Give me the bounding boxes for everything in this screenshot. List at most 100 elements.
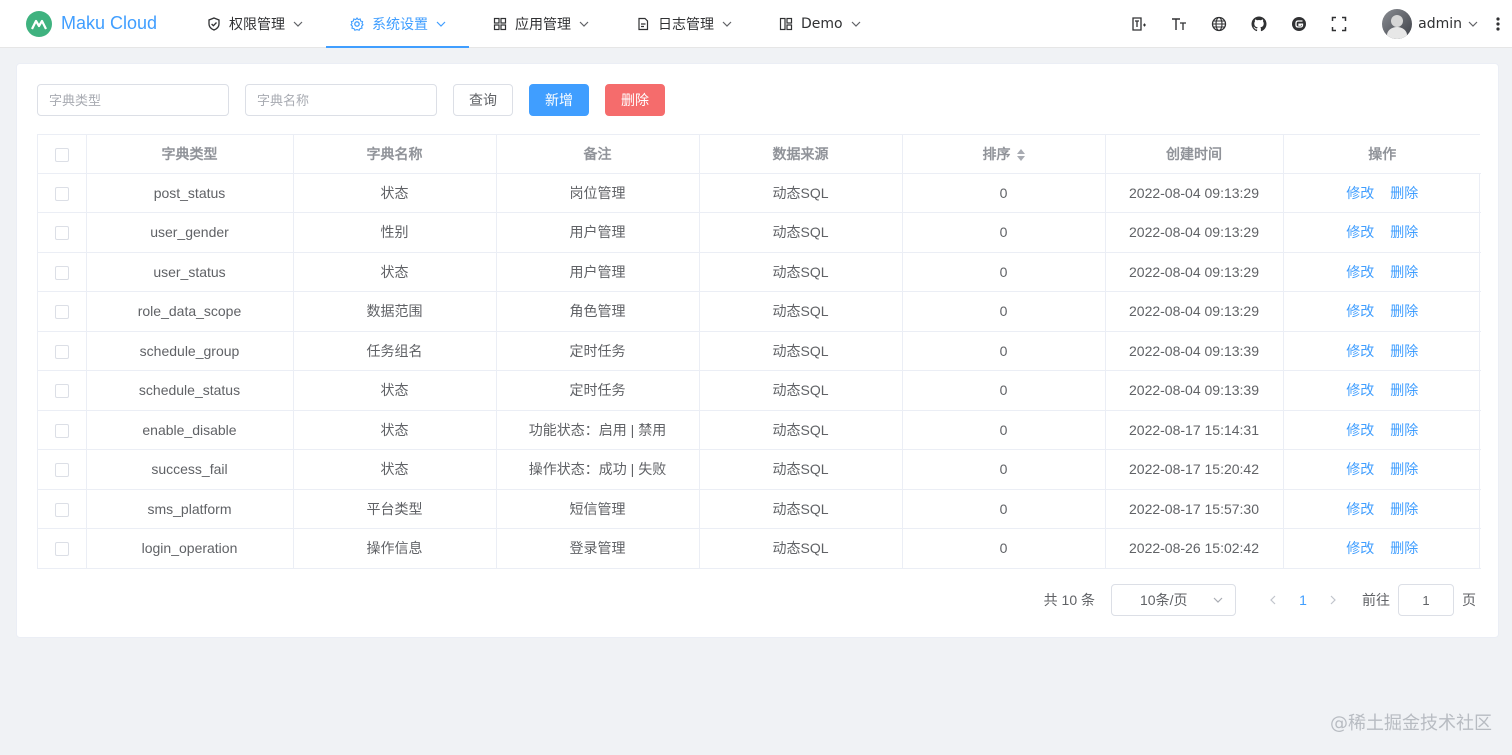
edit-link[interactable]: 修改 bbox=[1346, 343, 1374, 359]
delete-link[interactable]: 删除 bbox=[1390, 303, 1418, 319]
nav-item-app-management[interactable]: 应用管理 bbox=[469, 0, 612, 48]
top-nav: 权限管理 系统设置 应用管理 日志管理 Demo bbox=[190, 0, 875, 48]
row-checkbox[interactable] bbox=[54, 344, 69, 359]
delete-link[interactable]: 删除 bbox=[1390, 382, 1418, 398]
cell-actions: 修改 删除 bbox=[1283, 331, 1481, 371]
jump-page-input[interactable] bbox=[1398, 584, 1454, 616]
prev-page-button[interactable] bbox=[1258, 595, 1288, 605]
row-checkbox[interactable] bbox=[54, 463, 69, 478]
logo[interactable]: Maku Cloud bbox=[0, 10, 190, 37]
cell-remark: 操作状态：成功 | 失败 bbox=[496, 449, 700, 490]
user-menu[interactable]: admin bbox=[1382, 9, 1478, 39]
dictionary-table: 字典类型 字典名称 备注 数据来源 排序 创建时间 操作 post_status… bbox=[37, 134, 1481, 569]
table-row: user_status 状态 用户管理 动态SQL 0 2022-08-04 09:13:… bbox=[38, 252, 1481, 292]
cell-remark: 定时任务 bbox=[496, 370, 700, 411]
fullscreen-icon[interactable] bbox=[1330, 15, 1348, 33]
nav-item-demo[interactable]: Demo bbox=[755, 0, 875, 48]
row-checkbox[interactable] bbox=[54, 305, 69, 320]
edit-link[interactable]: 修改 bbox=[1346, 461, 1374, 477]
edit-link[interactable]: 修改 bbox=[1346, 185, 1374, 201]
cell-created: 2022-08-17 15:14:31 bbox=[1105, 410, 1284, 450]
delete-link[interactable]: 删除 bbox=[1390, 501, 1418, 517]
row-checkbox[interactable] bbox=[54, 384, 69, 399]
cell-remark: 用户管理 bbox=[496, 212, 700, 253]
nav-item-system-settings[interactable]: 系统设置 bbox=[326, 0, 469, 48]
edit-link[interactable]: 修改 bbox=[1346, 540, 1374, 556]
edit-link[interactable]: 修改 bbox=[1346, 422, 1374, 438]
query-button[interactable]: 查询 bbox=[453, 84, 513, 116]
delete-link[interactable]: 删除 bbox=[1390, 224, 1418, 240]
chevron-down-icon bbox=[722, 21, 732, 27]
row-select-cell bbox=[38, 212, 87, 253]
table-row: sms_platform 平台类型 短信管理 动态SQL 0 2022-08-17 15:… bbox=[38, 489, 1481, 529]
add-button[interactable]: 新增 bbox=[529, 84, 589, 116]
delete-link[interactable]: 删除 bbox=[1390, 343, 1418, 359]
edit-link[interactable]: 修改 bbox=[1346, 382, 1374, 398]
page-size-select[interactable]: 10条/页 bbox=[1111, 584, 1236, 616]
cell-dict-type: schedule_group bbox=[86, 331, 294, 371]
delete-link[interactable]: 删除 bbox=[1390, 461, 1418, 477]
delete-link[interactable]: 删除 bbox=[1390, 540, 1418, 556]
pagination: 共 10 条 10条/页 1 前往 页 bbox=[1044, 584, 1476, 616]
language-globe-icon[interactable] bbox=[1210, 15, 1228, 33]
shield-check-icon bbox=[207, 16, 221, 31]
row-checkbox[interactable] bbox=[54, 423, 69, 438]
chevron-down-icon bbox=[436, 21, 446, 27]
dict-type-input[interactable] bbox=[37, 84, 229, 116]
edit-link[interactable]: 修改 bbox=[1346, 264, 1374, 280]
edit-link[interactable]: 修改 bbox=[1346, 303, 1374, 319]
app-title: Maku Cloud bbox=[61, 13, 158, 33]
chevron-left-icon bbox=[1270, 595, 1276, 605]
row-checkbox[interactable] bbox=[54, 265, 69, 280]
row-checkbox[interactable] bbox=[54, 226, 69, 241]
chevron-down-icon bbox=[851, 21, 861, 27]
cell-sort: 0 bbox=[902, 370, 1106, 411]
cell-remark: 登录管理 bbox=[496, 528, 700, 569]
nav-item-permission[interactable]: 权限管理 bbox=[190, 0, 310, 48]
more-vertical-icon[interactable] bbox=[1496, 16, 1500, 32]
cell-created: 2022-08-04 09:13:29 bbox=[1105, 212, 1284, 253]
cell-dict-name: 任务组名 bbox=[293, 331, 497, 371]
cell-dict-name: 状态 bbox=[293, 370, 497, 411]
column-header-source: 数据来源 bbox=[699, 135, 903, 174]
github-icon[interactable] bbox=[1250, 15, 1268, 33]
top-header: Maku Cloud 权限管理 系统设置 应用管理 日志管理 Demo admi… bbox=[0, 0, 1512, 48]
table-row: login_operation 操作信息 登录管理 动态SQL 0 2022-08-26 … bbox=[38, 528, 1481, 569]
gitee-icon[interactable] bbox=[1290, 15, 1308, 33]
cell-dict-type: success_fail bbox=[86, 449, 294, 490]
watermark: @稀土掘金技术社区 bbox=[1330, 713, 1492, 734]
cell-sort: 0 bbox=[902, 173, 1106, 213]
sort-caret-icon[interactable] bbox=[1016, 149, 1025, 162]
row-checkbox[interactable] bbox=[54, 186, 69, 201]
gear-icon bbox=[350, 16, 364, 31]
cell-dict-type: user_gender bbox=[86, 212, 294, 253]
cell-source: 动态SQL bbox=[699, 489, 903, 529]
jump-label: 前往 bbox=[1362, 592, 1390, 608]
component-size-icon[interactable] bbox=[1130, 15, 1148, 33]
select-all-checkbox[interactable] bbox=[54, 147, 69, 162]
delete-link[interactable]: 删除 bbox=[1390, 264, 1418, 280]
cell-actions: 修改 删除 bbox=[1283, 449, 1481, 490]
row-select-cell bbox=[38, 173, 87, 213]
page-number-current[interactable]: 1 bbox=[1288, 592, 1318, 608]
nav-item-log-management[interactable]: 日志管理 bbox=[612, 0, 755, 48]
cell-created: 2022-08-04 09:13:39 bbox=[1105, 370, 1284, 411]
font-size-icon[interactable] bbox=[1170, 15, 1188, 33]
row-checkbox[interactable] bbox=[54, 502, 69, 517]
delete-link[interactable]: 删除 bbox=[1390, 422, 1418, 438]
edit-link[interactable]: 修改 bbox=[1346, 224, 1374, 240]
cell-actions: 修改 删除 bbox=[1283, 291, 1481, 332]
row-checkbox[interactable] bbox=[54, 542, 69, 557]
header-toolbar: admin bbox=[1130, 0, 1512, 48]
row-select-cell bbox=[38, 410, 87, 450]
cell-source: 动态SQL bbox=[699, 528, 903, 569]
next-page-button[interactable] bbox=[1318, 595, 1348, 605]
edit-link[interactable]: 修改 bbox=[1346, 501, 1374, 517]
dict-name-input[interactable] bbox=[245, 84, 437, 116]
cell-source: 动态SQL bbox=[699, 449, 903, 490]
cell-source: 动态SQL bbox=[699, 173, 903, 213]
column-header-sort[interactable]: 排序 bbox=[902, 135, 1106, 174]
select-all-cell bbox=[38, 135, 87, 174]
batch-delete-button[interactable]: 删除 bbox=[605, 84, 665, 116]
delete-link[interactable]: 删除 bbox=[1390, 185, 1418, 201]
